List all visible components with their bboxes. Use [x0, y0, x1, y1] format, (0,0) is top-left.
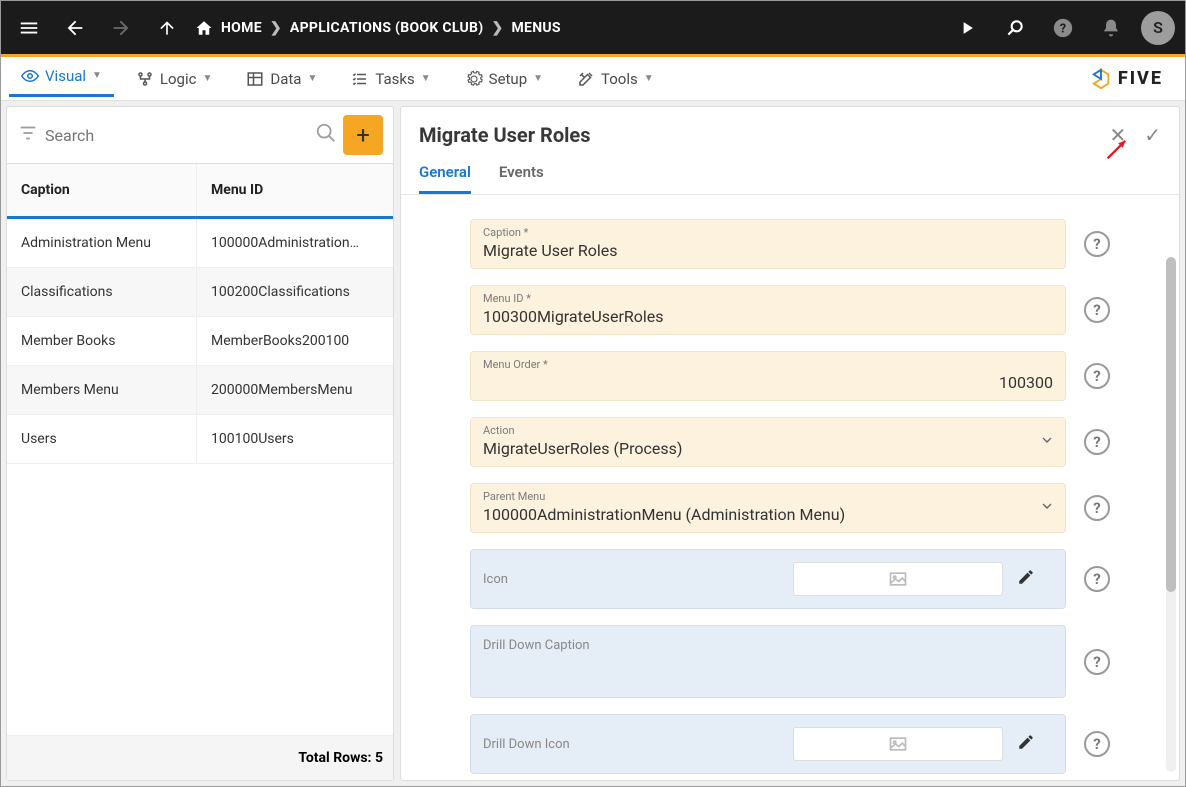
- tab-events[interactable]: Events: [499, 155, 544, 194]
- col-caption[interactable]: Caption: [7, 164, 197, 216]
- top-bar: HOME ❯ APPLICATIONS (BOOK CLUB) ❯ MENUS …: [1, 1, 1185, 57]
- total-rows: Total Rows: 5: [7, 735, 393, 780]
- cell-caption: Members Menu: [7, 366, 197, 414]
- tab-data[interactable]: Data▼: [234, 64, 329, 94]
- table-row[interactable]: Members Menu200000MembersMenu: [7, 366, 393, 415]
- chevron-down-icon: [1039, 432, 1055, 452]
- filter-icon[interactable]: [17, 122, 39, 148]
- tab-logic[interactable]: Logic▼: [124, 64, 224, 94]
- chevron-down-icon: ▼: [421, 73, 431, 84]
- menuid-field[interactable]: Menu ID * 100300MigrateUserRoles: [470, 285, 1066, 335]
- table-row[interactable]: Administration Menu100000Administration…: [7, 219, 393, 268]
- chevron-down-icon: ▼: [644, 73, 654, 84]
- cell-menuid: 100200Classifications: [197, 268, 393, 316]
- help-icon[interactable]: ?: [1084, 297, 1110, 323]
- menu-icon[interactable]: [11, 10, 47, 46]
- action-field[interactable]: Action MigrateUserRoles (Process): [470, 417, 1066, 467]
- help-icon[interactable]: ?: [1045, 10, 1081, 46]
- breadcrumb: HOME ❯ APPLICATIONS (BOOK CLUB) ❯ MENUS: [195, 19, 561, 37]
- right-panel: Migrate User Roles ✕ ✓ General Events Ca…: [400, 106, 1180, 781]
- tools-icon: [577, 70, 595, 88]
- brand-logo: FIVE: [1090, 68, 1177, 90]
- help-icon[interactable]: ?: [1084, 231, 1110, 257]
- data-icon: [246, 70, 264, 88]
- tasks-icon: [351, 70, 369, 88]
- help-icon[interactable]: ?: [1084, 429, 1110, 455]
- tab-visual[interactable]: Visual▼: [9, 61, 114, 97]
- tab-general[interactable]: General: [419, 155, 471, 194]
- table-row[interactable]: Classifications100200Classifications: [7, 268, 393, 317]
- table-row[interactable]: Member BooksMemberBooks200100: [7, 317, 393, 366]
- cell-caption: Classifications: [7, 268, 197, 316]
- cell-caption: Administration Menu: [7, 219, 197, 267]
- cell-menuid: MemberBooks200100: [197, 317, 393, 365]
- forward-icon: [103, 10, 139, 46]
- chevron-down-icon: ▼: [202, 73, 212, 84]
- chevron-right-icon: ❯: [270, 20, 282, 36]
- help-icon[interactable]: ?: [1084, 731, 1110, 757]
- tab-tasks[interactable]: Tasks▼: [339, 64, 442, 94]
- search-input[interactable]: [45, 126, 309, 145]
- table-row[interactable]: Users100100Users: [7, 415, 393, 464]
- menu-bar: Visual▼ Logic▼ Data▼ Tasks▼ Setup▼ Tools…: [1, 57, 1185, 101]
- crumb-home[interactable]: HOME: [221, 20, 262, 36]
- cell-menuid: 200000MembersMenu: [197, 366, 393, 414]
- help-icon[interactable]: ?: [1084, 495, 1110, 521]
- crumb-menus[interactable]: MENUS: [511, 20, 560, 36]
- image-placeholder-icon: [793, 727, 1003, 761]
- image-placeholder-icon: [793, 562, 1003, 596]
- chevron-down-icon: ▼: [307, 73, 317, 84]
- logo-icon: [1090, 68, 1112, 90]
- cell-caption: Member Books: [7, 317, 197, 365]
- tab-tools[interactable]: Tools▼: [565, 64, 666, 94]
- save-check-icon[interactable]: ✓: [1144, 123, 1161, 147]
- chevron-right-icon: ❯: [491, 20, 503, 36]
- search-icon[interactable]: [315, 122, 337, 148]
- drilldown-icon-field[interactable]: Drill Down Icon: [470, 714, 1066, 774]
- close-icon[interactable]: ✕: [1109, 123, 1126, 147]
- scrollbar[interactable]: [1166, 257, 1176, 772]
- avatar[interactable]: S: [1141, 11, 1175, 45]
- chevron-down-icon: [1039, 498, 1055, 518]
- add-button[interactable]: +: [343, 115, 383, 155]
- drilldown-caption-field[interactable]: Drill Down Caption: [470, 625, 1066, 698]
- search-global-icon[interactable]: [997, 10, 1033, 46]
- cell-menuid: 100100Users: [197, 415, 393, 463]
- table-header: Caption Menu ID: [7, 163, 393, 219]
- up-icon[interactable]: [149, 10, 185, 46]
- logic-icon: [136, 70, 154, 88]
- edit-icon[interactable]: [1017, 568, 1035, 590]
- help-icon[interactable]: ?: [1084, 566, 1110, 592]
- chevron-down-icon: ▼: [92, 70, 102, 81]
- home-icon: [195, 19, 213, 37]
- chevron-down-icon: ▼: [533, 73, 543, 84]
- menuorder-field[interactable]: Menu Order * 100300: [470, 351, 1066, 401]
- gear-icon: [465, 70, 483, 88]
- crumb-applications[interactable]: APPLICATIONS (BOOK CLUB): [290, 20, 484, 36]
- help-icon[interactable]: ?: [1084, 649, 1110, 675]
- svg-text:?: ?: [1060, 21, 1066, 36]
- edit-icon[interactable]: [1017, 733, 1035, 755]
- bell-icon[interactable]: [1093, 10, 1129, 46]
- page-title: Migrate User Roles: [419, 123, 591, 147]
- caption-field[interactable]: Caption * Migrate User Roles: [470, 219, 1066, 269]
- cell-menuid: 100000Administration…: [197, 219, 393, 267]
- help-icon[interactable]: ?: [1084, 363, 1110, 389]
- parent-menu-field[interactable]: Parent Menu 100000AdministrationMenu (Ad…: [470, 483, 1066, 533]
- left-panel: + Caption Menu ID Administration Menu100…: [6, 106, 394, 781]
- icon-field[interactable]: Icon: [470, 549, 1066, 609]
- back-icon[interactable]: [57, 10, 93, 46]
- col-menuid[interactable]: Menu ID: [197, 164, 393, 216]
- tab-setup[interactable]: Setup▼: [453, 64, 555, 94]
- cell-caption: Users: [7, 415, 197, 463]
- eye-icon: [21, 67, 39, 85]
- play-icon[interactable]: [949, 10, 985, 46]
